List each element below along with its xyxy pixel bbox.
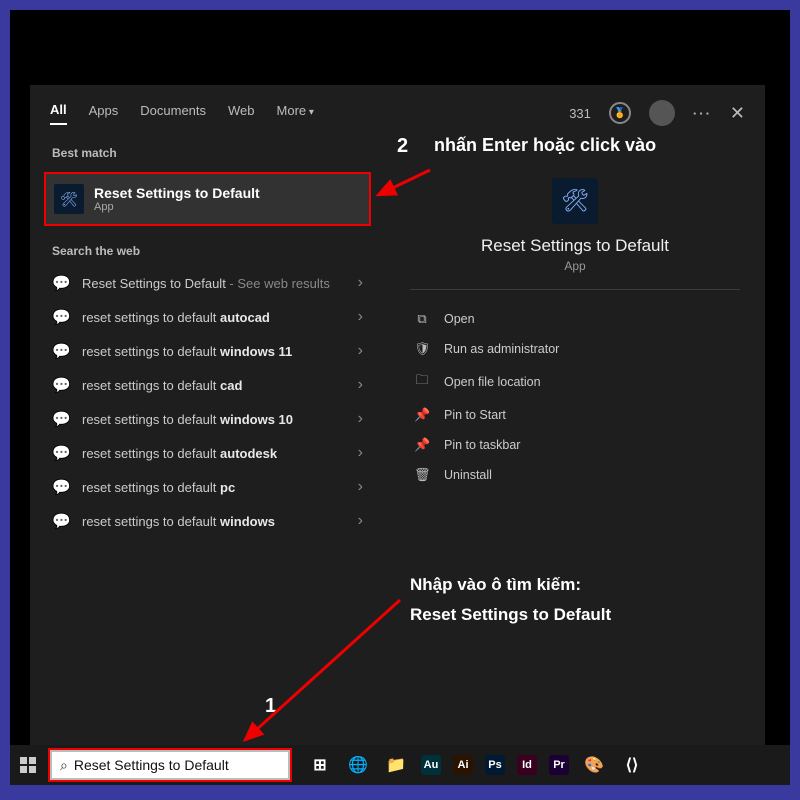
search-suggestion-icon: 💬 xyxy=(52,512,70,530)
results-column: Best match 🛠 Reset Settings to Default A… xyxy=(30,138,385,748)
search-icon: ⌕ xyxy=(60,757,68,774)
taskbar-search-value: Reset Settings to Default xyxy=(74,757,229,773)
chevron-right-icon[interactable]: › xyxy=(358,308,363,326)
taskbar-app[interactable]: Au xyxy=(421,755,441,775)
search-suggestion-icon: 💬 xyxy=(52,376,70,394)
tab-all[interactable]: All xyxy=(50,102,67,125)
taskbar-app[interactable]: ⊞ xyxy=(302,745,338,785)
open-icon: ⧉ xyxy=(414,311,430,327)
tab-documents[interactable]: Documents xyxy=(140,103,206,124)
taskbar-app[interactable]: ⟨⟩ xyxy=(614,745,650,785)
chevron-right-icon[interactable]: › xyxy=(358,512,363,530)
start-search-panel: All Apps Documents Web More 331 🏅 ··· ✕ … xyxy=(30,85,765,745)
web-result-text: Reset Settings to Default - See web resu… xyxy=(82,276,330,291)
preview-subtitle: App xyxy=(410,259,740,273)
search-suggestion-icon: 💬 xyxy=(52,342,70,360)
web-result-item[interactable]: 💬 reset settings to default cad › xyxy=(30,368,385,402)
taskbar-app[interactable]: Ai xyxy=(453,755,473,775)
web-result-text: reset settings to default windows 10 xyxy=(82,412,293,427)
chevron-right-icon[interactable]: › xyxy=(358,444,363,462)
taskbar-app[interactable]: 🌐 xyxy=(340,745,376,785)
action-run-admin[interactable]: 🛡Run as administrator xyxy=(410,334,740,364)
taskbar-app[interactable]: Pr xyxy=(549,755,569,775)
shield-icon: 🛡 xyxy=(414,341,430,357)
chevron-right-icon[interactable]: › xyxy=(358,478,363,496)
web-result-text: reset settings to default autodesk xyxy=(82,446,277,461)
trash-icon: 🗑 xyxy=(414,467,430,483)
rewards-count: 331 xyxy=(569,106,591,121)
search-tabs: All Apps Documents Web More 331 🏅 ··· ✕ xyxy=(30,85,765,138)
taskbar: ⌕ Reset Settings to Default ⊞🌐📁 Au Ai Ps Id P… xyxy=(10,745,790,785)
reset-tool-icon: 🛠 xyxy=(54,184,84,214)
tab-web[interactable]: Web xyxy=(228,103,255,124)
search-suggestion-icon: 💬 xyxy=(52,444,70,462)
screenshot-frame: All Apps Documents Web More 331 🏅 ··· ✕ … xyxy=(10,10,790,785)
taskbar-app[interactable]: 🎨 xyxy=(576,745,612,785)
search-suggestion-icon: 💬 xyxy=(52,274,70,292)
preview-app-icon: 🛠 xyxy=(552,178,598,224)
start-button[interactable] xyxy=(10,745,46,785)
action-open-location[interactable]: 🗀Open file location xyxy=(410,364,740,400)
taskbar-search-box[interactable]: ⌕ Reset Settings to Default xyxy=(50,750,290,780)
web-result-item[interactable]: 💬 reset settings to default windows 11 › xyxy=(30,334,385,368)
web-result-item[interactable]: 💬 reset settings to default windows 10 › xyxy=(30,402,385,436)
best-match-subtitle: App xyxy=(94,201,260,213)
search-web-label: Search the web xyxy=(30,236,385,266)
web-result-item[interactable]: 💬 reset settings to default windows › xyxy=(30,504,385,538)
tab-more[interactable]: More xyxy=(277,103,314,124)
more-options-icon[interactable]: ··· xyxy=(693,106,712,121)
web-result-text: reset settings to default cad xyxy=(82,378,242,393)
pin-icon: 📌 xyxy=(414,407,430,423)
taskbar-app[interactable]: Id xyxy=(517,755,537,775)
preview-column: 🛠 Reset Settings to Default App ⧉Open 🛡R… xyxy=(385,138,765,748)
close-icon[interactable]: ✕ xyxy=(730,103,745,124)
web-result-item[interactable]: 💬 Reset Settings to Default - See web res… xyxy=(30,266,385,300)
taskbar-pinned-apps: ⊞🌐📁 Au Ai Ps Id Pr 🎨⟨⟩ xyxy=(302,745,650,785)
search-suggestion-icon: 💬 xyxy=(52,478,70,496)
tab-apps[interactable]: Apps xyxy=(89,103,119,124)
chevron-right-icon[interactable]: › xyxy=(358,274,363,292)
web-result-item[interactable]: 💬 reset settings to default pc › xyxy=(30,470,385,504)
user-avatar[interactable] xyxy=(649,100,675,126)
action-open[interactable]: ⧉Open xyxy=(410,304,740,334)
search-suggestion-icon: 💬 xyxy=(52,410,70,428)
web-results-list: 💬 Reset Settings to Default - See web res… xyxy=(30,266,385,538)
folder-icon: 🗀 xyxy=(414,371,430,393)
chevron-right-icon[interactable]: › xyxy=(358,376,363,394)
web-result-text: reset settings to default autocad xyxy=(82,310,270,325)
web-result-text: reset settings to default windows xyxy=(82,514,275,529)
web-result-text: reset settings to default windows 11 xyxy=(82,344,292,359)
action-pin-start[interactable]: 📌Pin to Start xyxy=(410,400,740,430)
action-pin-taskbar[interactable]: 📌Pin to taskbar xyxy=(410,430,740,460)
web-result-text: reset settings to default pc xyxy=(82,480,235,495)
best-match-title: Reset Settings to Default xyxy=(94,185,260,201)
best-match-label: Best match xyxy=(30,138,385,168)
divider xyxy=(410,289,740,290)
taskbar-app[interactable]: 📁 xyxy=(378,745,414,785)
web-result-item[interactable]: 💬 reset settings to default autodesk › xyxy=(30,436,385,470)
taskbar-app[interactable]: Ps xyxy=(485,755,505,775)
action-uninstall[interactable]: 🗑Uninstall xyxy=(410,460,740,490)
preview-title: Reset Settings to Default xyxy=(410,236,740,256)
pin-icon: 📌 xyxy=(414,437,430,453)
windows-logo-icon xyxy=(20,757,36,773)
rewards-icon[interactable]: 🏅 xyxy=(609,102,631,124)
best-match-result[interactable]: 🛠 Reset Settings to Default App xyxy=(44,172,371,226)
web-result-item[interactable]: 💬 reset settings to default autocad › xyxy=(30,300,385,334)
chevron-right-icon[interactable]: › xyxy=(358,342,363,360)
chevron-right-icon[interactable]: › xyxy=(358,410,363,428)
search-suggestion-icon: 💬 xyxy=(52,308,70,326)
